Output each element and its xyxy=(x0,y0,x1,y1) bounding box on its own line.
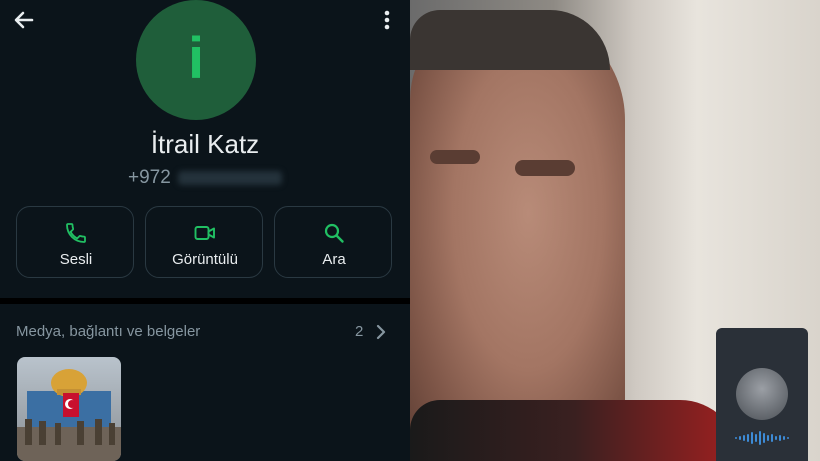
more-vertical-icon xyxy=(384,10,390,30)
dome-image xyxy=(17,357,121,461)
media-section-title[interactable]: Medya, bağlantı ve belgeler xyxy=(16,322,200,342)
voice-call-label: Sesli xyxy=(59,251,93,268)
video-call-view xyxy=(410,0,820,461)
chevron-right-icon[interactable] xyxy=(374,323,388,341)
video-call-label: Görüntülü xyxy=(172,251,238,268)
self-video-pip[interactable] xyxy=(716,328,808,461)
self-avatar xyxy=(736,368,788,420)
phone-redaction xyxy=(178,171,282,185)
avatar-letter: i xyxy=(187,26,205,91)
audio-wave-icon xyxy=(735,431,789,445)
back-button[interactable] xyxy=(10,6,38,34)
contact-info-panel: i İtrail Katz +972 Sesli Görüntülü Ara M… xyxy=(0,0,410,461)
contact-avatar[interactable]: i xyxy=(136,0,256,120)
video-icon xyxy=(194,226,215,240)
voice-call-button[interactable]: Sesli xyxy=(16,206,134,278)
arrow-left-icon xyxy=(14,11,34,29)
more-options-button[interactable] xyxy=(374,6,400,34)
section-divider xyxy=(0,298,410,304)
search-button[interactable]: Ara xyxy=(274,206,392,278)
phone-icon xyxy=(66,223,86,243)
media-count[interactable]: 2 xyxy=(355,322,363,342)
remote-video-clothing xyxy=(410,400,740,461)
remote-video-face xyxy=(410,10,625,461)
video-call-button[interactable]: Görüntülü xyxy=(145,206,263,278)
media-thumbnail[interactable] xyxy=(17,357,121,461)
search-label: Ara xyxy=(322,251,346,268)
contact-name: İtrail Katz xyxy=(150,129,260,159)
search-icon xyxy=(324,223,344,243)
contact-phone: +972 xyxy=(128,167,171,188)
